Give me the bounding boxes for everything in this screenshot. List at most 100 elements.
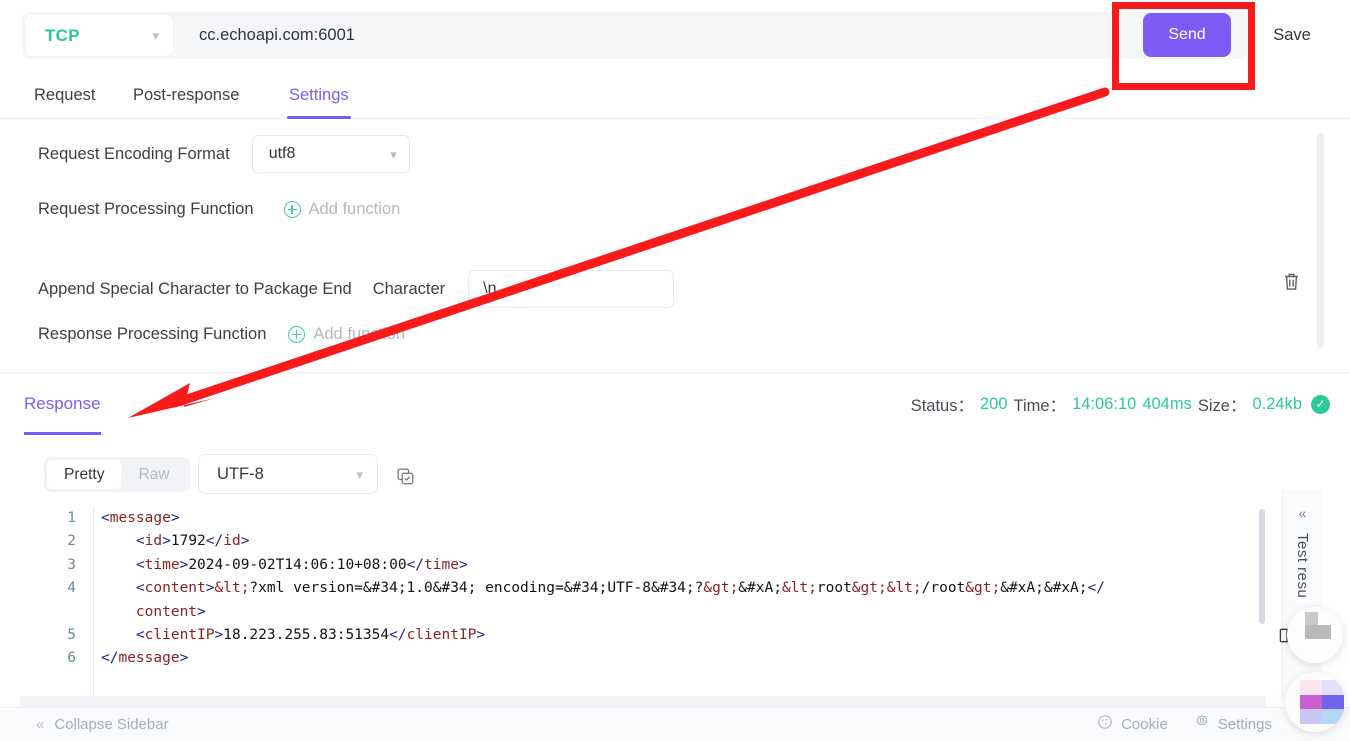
code-line: <message> — [101, 507, 1266, 530]
view-mode-raw[interactable]: Raw — [121, 460, 186, 489]
chevron-down-icon: ▾ — [390, 146, 397, 162]
response-function-label: Response Processing Function — [38, 325, 267, 343]
line-number: 6 — [67, 650, 76, 667]
code-token: </ — [205, 533, 224, 550]
bottom-bar-actions: Cookie Settings — [1097, 714, 1272, 735]
response-encoding-select[interactable]: UTF-8 ▾ — [198, 454, 378, 494]
cookie-button[interactable]: Cookie — [1097, 714, 1168, 735]
chevron-down-icon: ▾ — [356, 466, 363, 482]
code-token: id — [223, 533, 241, 550]
code-token: time — [144, 556, 180, 573]
code-token: 1792 — [170, 533, 206, 550]
floating-widget-launcher[interactable] — [1285, 672, 1345, 732]
protocol-select[interactable]: TCP ▾ — [25, 15, 173, 56]
code-token: > — [240, 533, 250, 550]
copy-icon[interactable] — [396, 467, 415, 491]
color-grid-icon — [1300, 680, 1344, 724]
trash-icon[interactable] — [1283, 272, 1300, 296]
url-input-group: TCP ▾ cc.echoapi.com:6001 — [22, 12, 1247, 59]
code-token: content — [144, 580, 206, 597]
code-token: < — [101, 580, 145, 597]
tab-response[interactable]: Response — [24, 373, 101, 435]
response-encoding-value: UTF-8 — [217, 464, 264, 483]
response-body-toolbar: Pretty Raw UTF-8 ▾ — [0, 435, 1350, 507]
code-vertical-scrollbar[interactable] — [1259, 509, 1265, 624]
save-button[interactable]: Save — [1248, 13, 1336, 57]
code-token: 2024-09-02T14:06:10+08:00 — [188, 556, 407, 573]
response-function-row: Response Processing Function Add functio… — [38, 325, 405, 344]
code-token: &gt; — [851, 580, 887, 597]
view-mode-toggle: Pretty Raw — [44, 457, 190, 492]
code-line: </message> — [101, 647, 1266, 670]
settings-scrollbar[interactable] — [1317, 133, 1324, 348]
code-token: < — [101, 510, 110, 526]
encoding-label: Request Encoding Format — [38, 144, 230, 163]
code-token: > — [197, 603, 206, 620]
code-token: 18.223.255.83:51354 — [223, 626, 390, 643]
tab-post-response[interactable]: Post-response — [131, 71, 241, 119]
code-line: <time>2024-09-02T14:06:10+08:00</time> — [101, 554, 1266, 577]
app-window: TCP ▾ cc.echoapi.com:6001 Send Save Requ… — [0, 0, 1350, 741]
tab-request[interactable]: Request — [32, 71, 97, 119]
url-value[interactable]: cc.echoapi.com:6001 — [199, 26, 355, 45]
code-token: ?xml version=&#34;1.0&#34; encoding=&#34… — [249, 580, 704, 597]
encoding-value: utf8 — [268, 145, 296, 162]
code-token: </ — [389, 626, 407, 643]
code-content[interactable]: <message> <id>1792</id> <time>2024-09-02… — [101, 507, 1266, 671]
response-tab-label: Response — [24, 394, 101, 413]
view-mode-pretty[interactable]: Pretty — [47, 460, 122, 489]
code-token: > — [179, 556, 189, 573]
code-line: <id>1792</id> — [101, 530, 1266, 553]
size-value: 0.24kb — [1252, 394, 1302, 413]
code-token: content — [101, 603, 198, 620]
request-function-row: Request Processing Function Add function — [38, 200, 400, 219]
time-label: Time： — [1013, 397, 1067, 415]
character-input[interactable] — [468, 270, 675, 308]
plus-circle-icon — [283, 201, 301, 218]
code-token: </ — [406, 556, 425, 573]
settings-button[interactable]: Settings — [1194, 714, 1272, 735]
code-token: > — [179, 650, 189, 667]
response-bar: Response Status： 200 Time： 14:06:10 404m… — [0, 372, 1350, 435]
code-token: id — [144, 533, 163, 550]
encoding-select[interactable]: utf8 ▾ — [251, 135, 410, 173]
line-number: 1 — [67, 510, 76, 526]
tab-settings[interactable]: Settings — [287, 71, 351, 119]
code-token: &#xA;&#xA; — [1000, 580, 1088, 597]
check-circle-icon: ✓ — [1311, 394, 1330, 414]
code-token: &lt; — [781, 580, 817, 597]
add-request-function-button[interactable]: Add function — [283, 200, 401, 219]
code-token: clientIP — [406, 626, 477, 643]
code-line: <clientIP>18.223.255.83:51354</clientIP> — [101, 624, 1266, 647]
code-token: > — [214, 626, 224, 643]
code-token: message — [109, 510, 171, 526]
collapse-sidebar-button[interactable]: « Collapse Sidebar — [36, 716, 169, 733]
avatar-block-top — [1305, 612, 1318, 626]
code-token: > — [162, 533, 171, 550]
code-token: > — [170, 510, 180, 526]
floating-widget-avatar[interactable] — [1287, 607, 1343, 663]
status-value: 200 — [979, 394, 1008, 413]
line-number: 4 — [67, 580, 76, 597]
settings-pane: Request Encoding Format utf8 ▾ Request P… — [0, 119, 1350, 372]
add-function-label: Add function — [313, 325, 406, 343]
chevron-double-left-icon: « — [36, 716, 45, 733]
protocol-value: TCP — [45, 25, 80, 45]
append-character-row: Append Special Character to Package End … — [38, 270, 675, 308]
tab-label: Request — [34, 85, 96, 104]
response-code-viewer[interactable]: 123456 <message> <id>1792</id> <time>202… — [20, 507, 1266, 696]
annotation-highlight-box — [1112, 2, 1255, 90]
code-token: message — [118, 650, 180, 667]
line-number: 5 — [67, 626, 76, 643]
character-label: Character — [372, 279, 446, 298]
add-function-label: Add function — [308, 200, 401, 218]
code-horizontal-scrollbar[interactable] — [20, 696, 1266, 707]
code-token: root — [816, 580, 852, 597]
request-function-label: Request Processing Function — [38, 200, 254, 218]
code-token: clientIP — [144, 626, 215, 643]
add-response-function-button[interactable]: Add function — [288, 325, 405, 344]
encoding-row: Request Encoding Format utf8 ▾ — [38, 135, 410, 173]
gear-icon — [1194, 714, 1210, 735]
test-result-panel[interactable]: « Test resu — [1282, 490, 1322, 698]
response-status-summary: Status： 200 Time： 14:06:10 404ms Size： 0… — [911, 373, 1330, 435]
